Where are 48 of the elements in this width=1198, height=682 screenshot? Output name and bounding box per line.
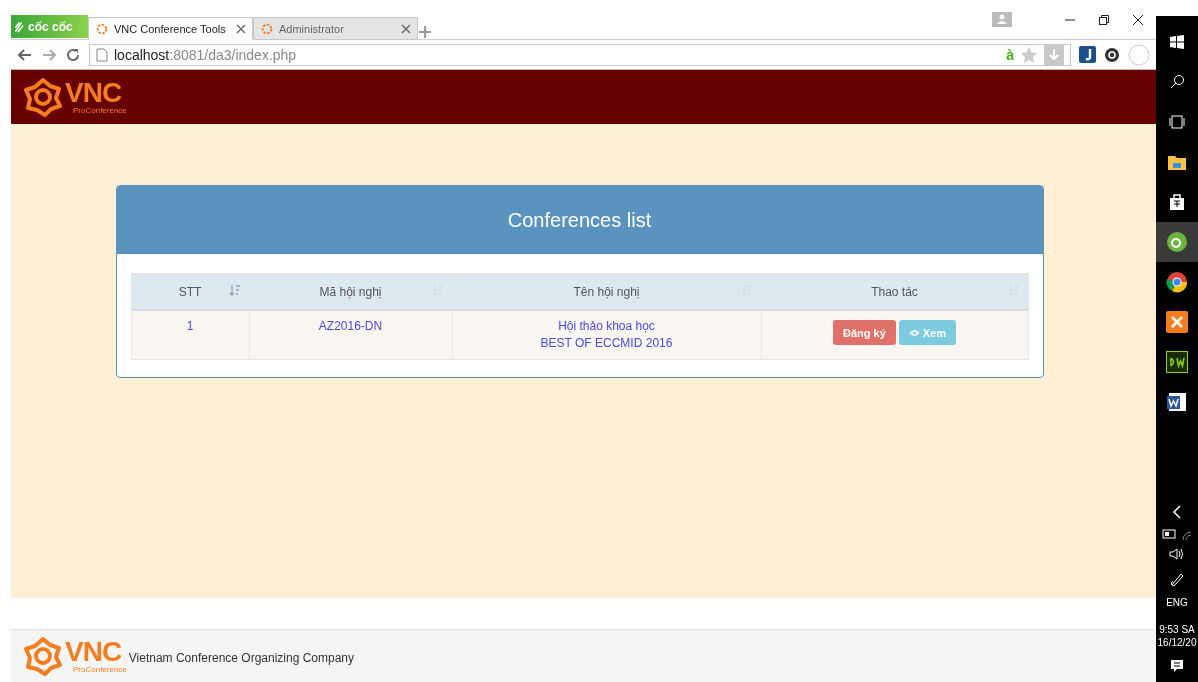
word-icon[interactable] [1166,391,1188,413]
star-icon[interactable] [1020,45,1038,64]
speaker-icon[interactable] [1169,547,1185,561]
column-header[interactable]: Thao tác [761,273,1028,310]
browser-tab[interactable]: Administrator [253,17,418,40]
language-indicator[interactable]: ENG [1166,597,1188,608]
xampp-icon[interactable] [1166,311,1188,333]
table-cell: AZ2016-DN [249,310,452,360]
search-icon[interactable] [1169,74,1185,90]
extension-icon[interactable] [1079,46,1096,63]
task-view-icon[interactable] [1169,114,1185,130]
new-tab-icon[interactable] [418,25,432,39]
clock-date[interactable]: 16/12/20 [1157,637,1197,648]
panel-title: Conferences list [507,208,652,232]
windows-start-icon[interactable] [1169,34,1185,50]
tab-favicon-icon [260,21,274,36]
tab-favicon-icon [95,21,109,36]
column-header[interactable]: Tên hội nghị [452,273,761,310]
browser-app-icon[interactable] [1166,231,1188,253]
browser-tab[interactable]: VNC Conference Tools [88,17,253,40]
company-name: Vietnam Conference Organizing Company [128,651,355,665]
logo-text: VNC [65,79,123,107]
logo-tagline: ProConference [73,107,127,115]
column-header[interactable]: Mã hội nghị [249,273,452,310]
chrome-icon[interactable] [1166,271,1188,293]
table-cell: 1 [131,310,249,360]
chevron-left-icon[interactable] [1172,505,1182,519]
close-icon[interactable] [1132,13,1144,26]
clock-time[interactable]: 9:53 SA [1159,624,1195,635]
extension-icon[interactable] [1104,46,1120,63]
logo-tagline: ProConference [73,666,127,674]
address-bar[interactable]: localhost:8081/da3/index.php à [89,43,1071,66]
page-icon [96,47,108,62]
logo-text: VNC [65,638,123,666]
folder-icon[interactable] [1167,153,1187,171]
logo-icon [23,636,63,676]
dreamweaver-icon[interactable] [1166,351,1188,373]
notification-icon[interactable] [1169,658,1185,674]
pen-icon[interactable] [1169,571,1185,587]
eye-icon [908,328,920,337]
logo-icon [23,77,63,117]
store-bag-icon[interactable] [1168,193,1186,211]
back-arrow-icon[interactable] [17,46,33,63]
restore-icon[interactable] [1098,13,1110,26]
conference-name-line: Hội thảo khoa học [558,319,655,333]
column-header[interactable]: STT [131,273,249,310]
reload-icon[interactable] [65,46,81,63]
conference-name-line: BEST OF ECCMID 2016 [540,336,673,350]
